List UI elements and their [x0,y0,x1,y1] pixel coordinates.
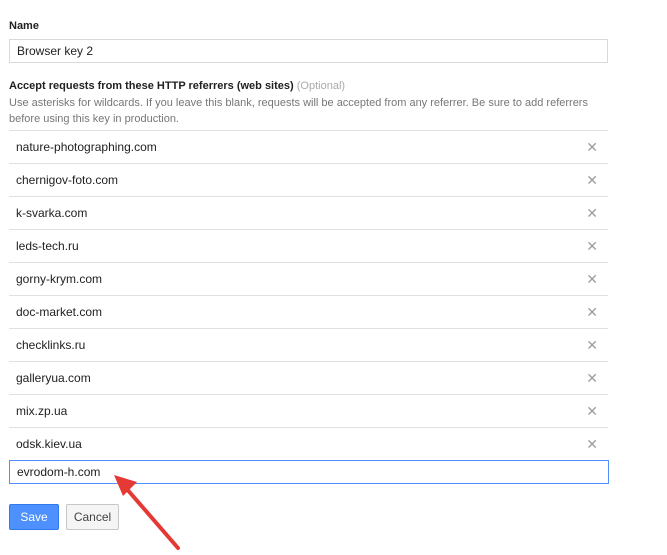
close-icon[interactable]: ✕ [586,140,598,154]
referrer-list: nature-photographing.com ✕ chernigov-foto.… [9,130,608,461]
referrer-row: leds-tech.ru ✕ [9,230,608,263]
referrers-label-text: Accept requests from these HTTP referrer… [9,80,294,92]
name-field[interactable] [9,39,608,63]
referrer-value: odsk.kiev.ua [16,437,82,451]
close-icon[interactable]: ✕ [586,173,598,187]
referrer-value: checklinks.ru [16,338,86,352]
referrer-value: galleryua.com [16,371,91,385]
close-icon[interactable]: ✕ [586,239,598,253]
close-icon[interactable]: ✕ [586,272,598,286]
referrer-row: galleryua.com ✕ [9,362,608,395]
referrer-row: k-svarka.com ✕ [9,197,608,230]
cancel-button[interactable]: Cancel [66,504,119,530]
referrers-hint: Use asterisks for wildcards. If you leav… [9,97,588,125]
close-icon[interactable]: ✕ [586,206,598,220]
referrer-row: gorny-krym.com ✕ [9,263,608,296]
referrer-value: doc-market.com [16,305,103,319]
optional-tag: (Optional) [296,80,346,92]
referrer-value: k-svarka.com [16,206,88,220]
referrer-value: mix.zp.ua [16,404,68,418]
referrer-value: leds-tech.ru [16,239,79,253]
close-icon[interactable]: ✕ [586,371,598,385]
referrers-label: Accept requests from these HTTP referrer… [9,80,345,92]
referrer-row: odsk.kiev.ua ✕ [9,428,608,461]
close-icon[interactable]: ✕ [586,305,598,319]
referrer-value: nature-photographing.com [16,140,157,154]
close-icon[interactable]: ✕ [586,437,598,451]
close-icon[interactable]: ✕ [586,404,598,418]
close-icon[interactable]: ✕ [586,338,598,352]
save-button[interactable]: Save [9,504,59,530]
referrer-value: chernigov-foto.com [16,173,119,187]
referrer-row: nature-photographing.com ✕ [9,131,608,164]
referrer-row: doc-market.com ✕ [9,296,608,329]
name-label: Name [9,20,39,32]
referrer-row: mix.zp.ua ✕ [9,395,608,428]
new-referrer-input[interactable] [9,460,609,484]
referrer-row: chernigov-foto.com ✕ [9,164,608,197]
referrer-row: checklinks.ru ✕ [9,329,608,362]
referrer-value: gorny-krym.com [16,272,103,286]
